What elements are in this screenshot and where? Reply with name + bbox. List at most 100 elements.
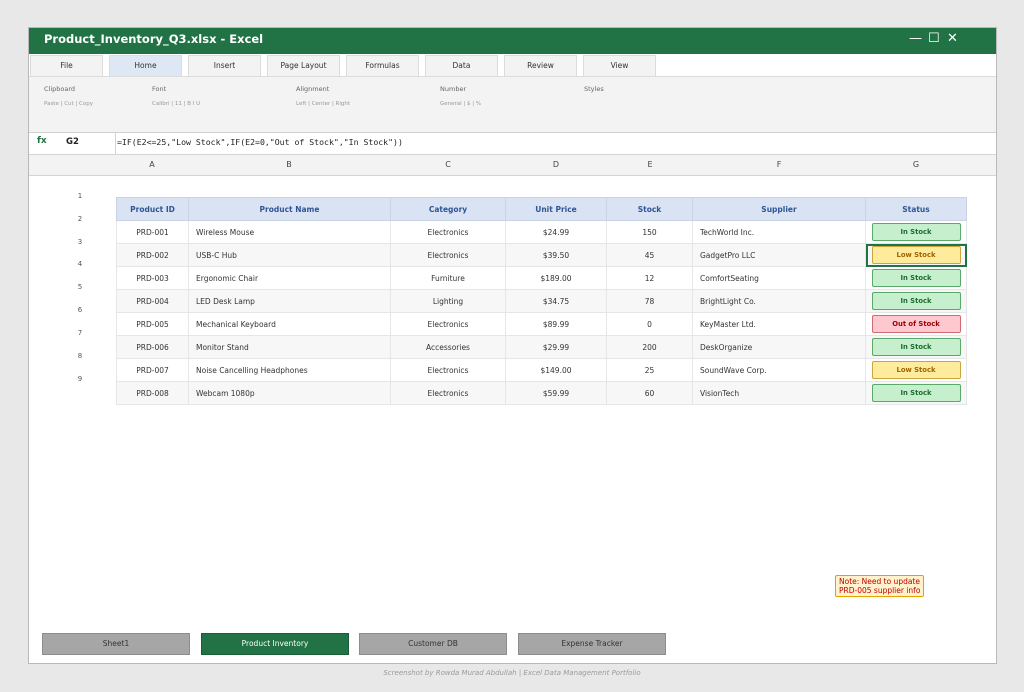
row-number[interactable]: 3 <box>69 238 91 246</box>
cell-unit-price[interactable]: $189.00 <box>505 266 607 290</box>
row-number[interactable]: 5 <box>69 283 91 291</box>
column-header-a[interactable]: A <box>149 160 154 169</box>
cell-product-id[interactable]: PRD-004 <box>116 289 189 313</box>
cell-status[interactable]: In Stock <box>865 220 967 244</box>
column-header-g[interactable]: G <box>913 160 919 169</box>
cell-stock[interactable]: 0 <box>606 312 693 336</box>
ribbon-group-clipboard[interactable]: Clipboard Paste | Cut | Copy <box>44 85 93 107</box>
sheet-tab-expense-tracker[interactable]: Expense Tracker <box>518 633 666 655</box>
minimize-icon[interactable]: — <box>909 31 922 46</box>
cell-product-name[interactable]: Wireless Mouse <box>188 220 391 244</box>
cell-product-name[interactable]: Mechanical Keyboard <box>188 312 391 336</box>
column-header-f[interactable]: F <box>777 160 782 169</box>
formula-input[interactable]: =IF(E2<=25,"Low Stock",IF(E2=0,"Out of S… <box>117 137 403 147</box>
row-number[interactable]: 8 <box>69 352 91 360</box>
tab-home[interactable]: Home <box>109 55 182 76</box>
cell-status[interactable]: Low Stock <box>865 358 967 382</box>
ribbon-group-font[interactable]: Font Calibri | 11 | B I U <box>152 85 200 107</box>
cell-unit-price[interactable]: $24.99 <box>505 220 607 244</box>
cell-supplier[interactable]: GadgetPro LLC <box>692 243 866 267</box>
cell-status[interactable]: In Stock <box>865 381 967 405</box>
row-number[interactable]: 4 <box>69 260 91 268</box>
cell-unit-price[interactable]: $29.99 <box>505 335 607 359</box>
tab-data[interactable]: Data <box>425 55 498 76</box>
header-product-name[interactable]: Product Name <box>188 197 391 221</box>
header-product-id[interactable]: Product ID <box>116 197 189 221</box>
cell-stock[interactable]: 25 <box>606 358 693 382</box>
header-category[interactable]: Category <box>390 197 506 221</box>
cell-supplier[interactable]: KeyMaster Ltd. <box>692 312 866 336</box>
column-header-c[interactable]: C <box>445 160 451 169</box>
header-supplier[interactable]: Supplier <box>692 197 866 221</box>
row-number[interactable]: 9 <box>69 375 91 383</box>
tab-view[interactable]: View <box>583 55 656 76</box>
tab-insert[interactable]: Insert <box>188 55 261 76</box>
cell-supplier[interactable]: SoundWave Corp. <box>692 358 866 382</box>
row-number[interactable]: 1 <box>69 192 91 200</box>
cell-category[interactable]: Electronics <box>390 243 506 267</box>
sheet-tab-product-inventory[interactable]: Product Inventory <box>201 633 349 655</box>
cell-status[interactable]: In Stock <box>865 266 967 290</box>
cell-product-id[interactable]: PRD-003 <box>116 266 189 290</box>
ribbon-group-commands[interactable]: General | $ | % <box>440 101 481 107</box>
cell-category[interactable]: Lighting <box>390 289 506 313</box>
cell-product-name[interactable]: Noise Cancelling Headphones <box>188 358 391 382</box>
header-unit-price[interactable]: Unit Price <box>505 197 607 221</box>
cell-category[interactable]: Furniture <box>390 266 506 290</box>
header-stock[interactable]: Stock <box>606 197 693 221</box>
ribbon-group-number[interactable]: Number General | $ | % <box>440 85 481 107</box>
cell-status[interactable]: In Stock <box>865 335 967 359</box>
header-status[interactable]: Status <box>865 197 967 221</box>
cell-product-id[interactable]: PRD-007 <box>116 358 189 382</box>
cell-product-id[interactable]: PRD-005 <box>116 312 189 336</box>
cell-product-id[interactable]: PRD-006 <box>116 335 189 359</box>
sheet-tab-customer-db[interactable]: Customer DB <box>359 633 507 655</box>
tab-page-layout[interactable]: Page Layout <box>267 55 340 76</box>
cell-stock[interactable]: 12 <box>606 266 693 290</box>
cell-stock[interactable]: 45 <box>606 243 693 267</box>
cell-supplier[interactable]: DeskOrganize <box>692 335 866 359</box>
cell-supplier[interactable]: TechWorld Inc. <box>692 220 866 244</box>
tab-formulas[interactable]: Formulas <box>346 55 419 76</box>
cell-stock[interactable]: 60 <box>606 381 693 405</box>
cell-category[interactable]: Electronics <box>390 312 506 336</box>
tab-file[interactable]: File <box>30 55 103 76</box>
ribbon-group-alignment[interactable]: Alignment Left | Center | Right <box>296 85 350 107</box>
column-header-e[interactable]: E <box>647 160 652 169</box>
cell-unit-price[interactable]: $39.50 <box>505 243 607 267</box>
ribbon-group-commands[interactable]: Calibri | 11 | B I U <box>152 101 200 107</box>
cell-stock[interactable]: 150 <box>606 220 693 244</box>
cell-product-name[interactable]: Webcam 1080p <box>188 381 391 405</box>
cell-supplier[interactable]: BrightLight Co. <box>692 289 866 313</box>
cell-unit-price[interactable]: $34.75 <box>505 289 607 313</box>
cell-product-name[interactable]: Monitor Stand <box>188 335 391 359</box>
cell-category[interactable]: Accessories <box>390 335 506 359</box>
cell-unit-price[interactable]: $59.99 <box>505 381 607 405</box>
close-icon[interactable]: ✕ <box>947 31 958 46</box>
cell-category[interactable]: Electronics <box>390 381 506 405</box>
function-icon[interactable]: fx <box>37 136 47 146</box>
column-header-b[interactable]: B <box>286 160 292 169</box>
ribbon-group-styles[interactable]: Styles <box>584 85 604 93</box>
cell-note[interactable]: Note: Need to update PRD-005 supplier in… <box>835 575 925 597</box>
cell-supplier[interactable]: ComfortSeating <box>692 266 866 290</box>
cell-unit-price[interactable]: $89.99 <box>505 312 607 336</box>
cell-product-name[interactable]: USB-C Hub <box>188 243 391 267</box>
row-number[interactable]: 2 <box>69 215 91 223</box>
name-box[interactable]: G2 <box>66 137 79 147</box>
ribbon-group-commands[interactable]: Paste | Cut | Copy <box>44 101 93 107</box>
sheet-tab-sheet1[interactable]: Sheet1 <box>42 633 190 655</box>
cell-product-id[interactable]: PRD-008 <box>116 381 189 405</box>
cell-category[interactable]: Electronics <box>390 220 506 244</box>
ribbon-group-commands[interactable]: Left | Center | Right <box>296 101 350 107</box>
cell-product-name[interactable]: Ergonomic Chair <box>188 266 391 290</box>
cell-stock[interactable]: 200 <box>606 335 693 359</box>
tab-review[interactable]: Review <box>504 55 577 76</box>
maximize-icon[interactable]: ☐ <box>928 31 940 46</box>
cell-status-selected[interactable]: Low Stock <box>865 243 967 267</box>
cell-status[interactable]: In Stock <box>865 289 967 313</box>
column-header-d[interactable]: D <box>553 160 559 169</box>
row-number[interactable]: 6 <box>69 306 91 314</box>
cell-stock[interactable]: 78 <box>606 289 693 313</box>
cell-product-name[interactable]: LED Desk Lamp <box>188 289 391 313</box>
